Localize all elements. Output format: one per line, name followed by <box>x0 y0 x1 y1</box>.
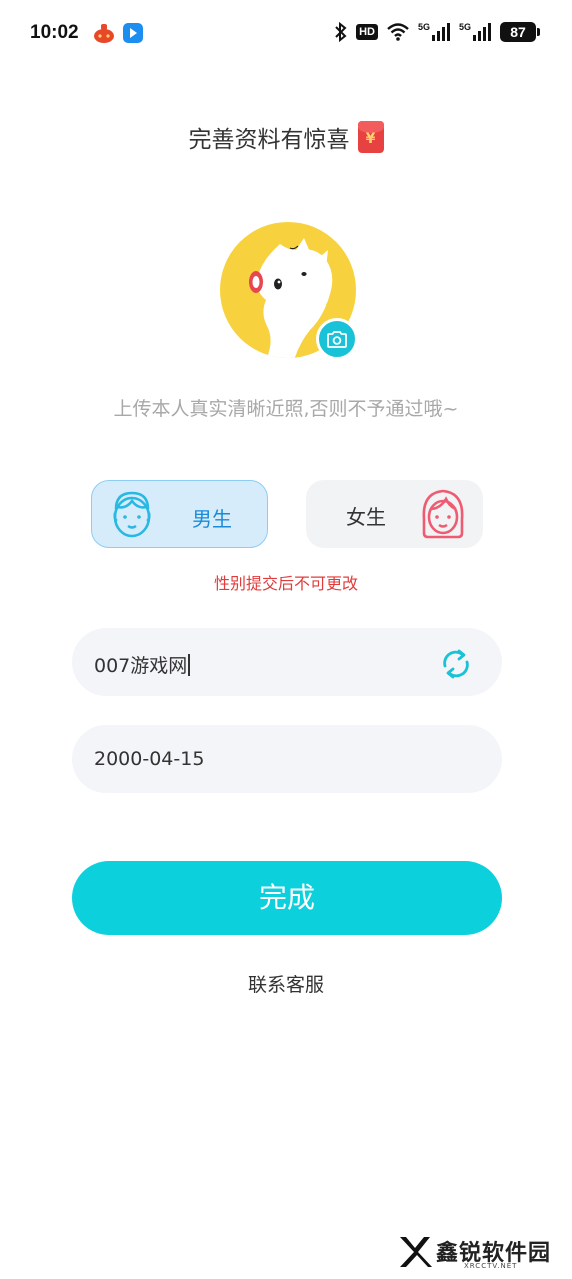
red-packet-icon: ¥ <box>357 121 384 153</box>
upload-hint: 上传本人真实清晰近照,否则不予通过哦~ <box>113 398 459 420</box>
gender-warning-note: 性别提交后不可更改 <box>213 574 358 593</box>
status-app-icons <box>92 22 144 44</box>
gender-male-label: 男生 <box>192 507 232 531</box>
camera-button[interactable] <box>316 318 358 360</box>
boy-face-icon <box>113 491 151 538</box>
wifi-icon <box>387 23 409 41</box>
nickname-field[interactable]: 007游戏网 <box>72 628 502 696</box>
page-title: 完善资料有惊喜 ¥ <box>0 120 572 154</box>
app-notification-icon <box>94 24 114 43</box>
camera-icon <box>327 330 347 348</box>
birthday-value: 2000-04-15 <box>94 748 205 770</box>
text-caret <box>188 654 190 676</box>
submit-button[interactable]: 完成 <box>72 861 502 935</box>
refresh-icon[interactable] <box>438 646 474 682</box>
app-store-icon <box>123 23 143 43</box>
signal-2-icon: 5G <box>459 22 492 42</box>
bluetooth-icon <box>335 21 347 43</box>
gender-female-label: 女生 <box>346 505 386 529</box>
watermark-logo: 鑫锐软件园 XRCCTV.NET <box>396 1233 556 1275</box>
contact-support-link[interactable]: 联系客服 <box>0 970 572 997</box>
hd-icon: HD <box>356 24 378 40</box>
page-title-text: 完善资料有惊喜 <box>188 127 350 153</box>
status-bar: 10:02 HD 5G 5G 87 <box>0 0 572 68</box>
gender-female-button[interactable]: 女生 <box>306 480 483 548</box>
birthday-field[interactable]: 2000-04-15 <box>72 725 502 793</box>
watermark-x-icon <box>400 1237 432 1267</box>
battery-indicator: 87 <box>500 22 540 42</box>
watermark-subtext: XRCCTV.NET <box>464 1262 518 1270</box>
gender-male-button[interactable]: 男生 <box>91 480 268 548</box>
nickname-input-value: 007游戏网 <box>94 651 190 678</box>
status-time: 10:02 <box>30 22 79 43</box>
girl-face-icon <box>422 489 464 539</box>
signal-1-icon: 5G <box>418 22 451 42</box>
status-right: HD 5G 5G 87 <box>334 21 540 43</box>
